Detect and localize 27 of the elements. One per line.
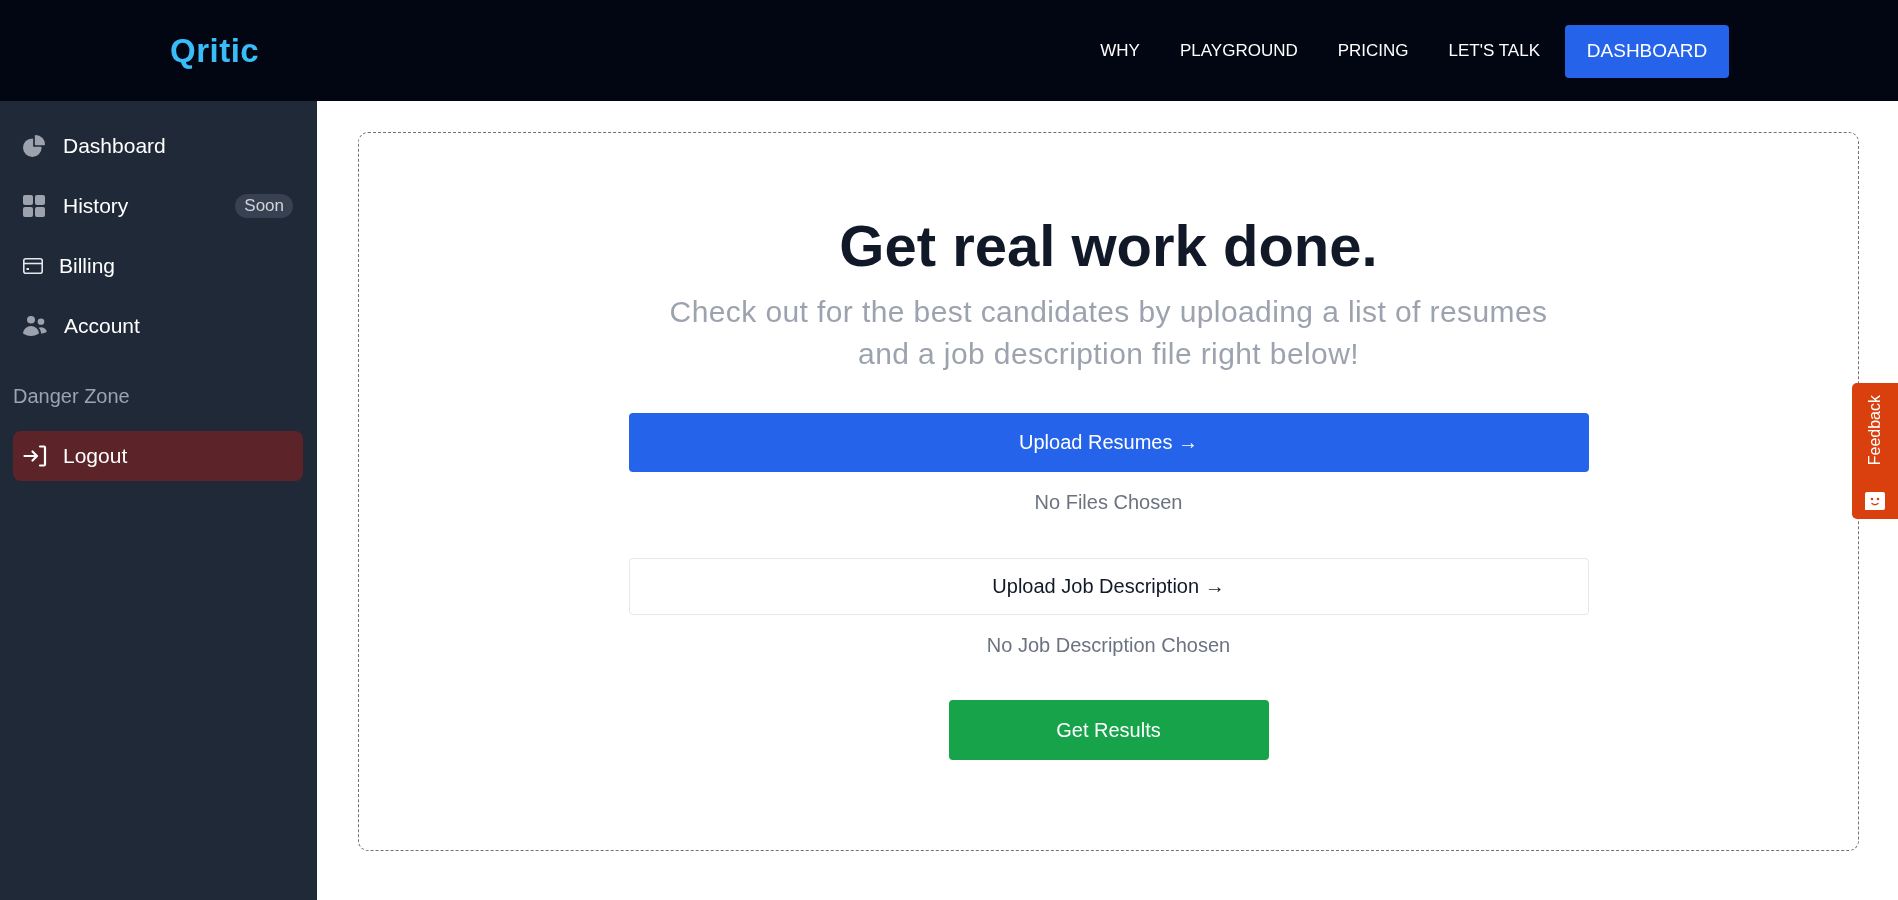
smiley-chat-icon	[1865, 492, 1885, 510]
sidebar-item[interactable]: Billing	[13, 236, 293, 296]
grid-icon	[23, 195, 45, 217]
users-icon	[23, 316, 47, 336]
credit-card-icon	[23, 258, 43, 274]
upload-button[interactable]: Upload Resumes →	[628, 413, 1589, 472]
sidebar-item[interactable]: Account	[13, 296, 293, 356]
sidebar-item[interactable]: Dashboard	[13, 116, 293, 176]
nav-link[interactable]: PRICING	[1337, 40, 1409, 61]
nav-link[interactable]: LET'S TALK	[1448, 40, 1540, 61]
page-subtitle: Check out for the best candidates by uploading a list of resumes and a job description file right below!	[668, 294, 1549, 372]
logout-button[interactable]: Logout	[13, 431, 303, 481]
sidebar-item[interactable]: History Soon	[13, 176, 293, 236]
soon-badge: Soon	[235, 194, 293, 218]
page-title: Get real work done.	[839, 213, 1378, 279]
feedback-tab[interactable]: Feedback	[1852, 383, 1898, 519]
feedback-label: Feedback	[1866, 395, 1884, 466]
nav-link[interactable]: PLAYGROUND	[1179, 40, 1298, 61]
file-status: No Job Description Chosen	[986, 633, 1231, 658]
login-arrow-icon	[23, 445, 47, 467]
upload-button[interactable]: Upload Job Description →	[628, 558, 1589, 615]
logo[interactable]: Qritic	[170, 31, 260, 70]
pie-chart-icon	[23, 135, 45, 157]
nav-link[interactable]: WHY	[1100, 40, 1140, 61]
file-status: No Files Chosen	[1034, 490, 1183, 515]
section-title: Danger Zone	[13, 384, 130, 408]
dashboard-button[interactable]: DASHBOARD	[1565, 24, 1729, 78]
